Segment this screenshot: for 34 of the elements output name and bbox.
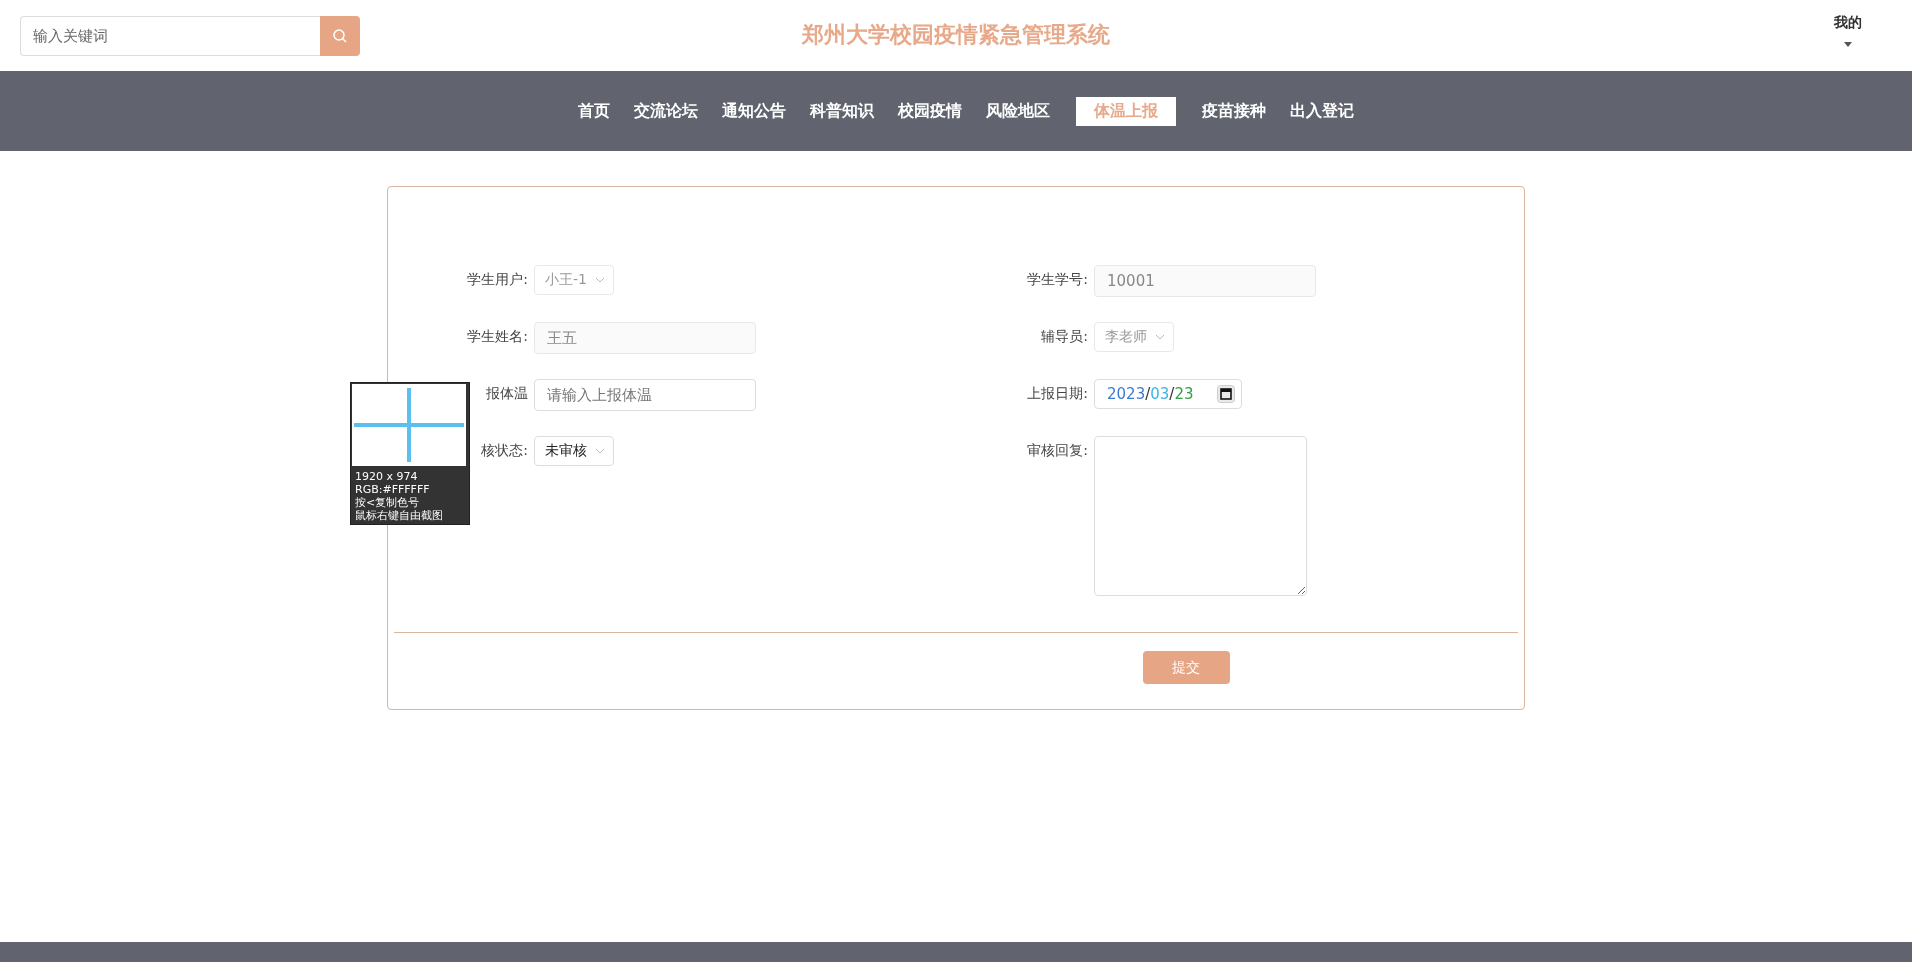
field-label: 学生姓名: — [466, 327, 528, 346]
search-button[interactable] — [320, 15, 360, 56]
field-label: 学生学号: — [1026, 270, 1088, 289]
site-title: 郑州大学校园疫情紧急管理系统 — [802, 21, 1110, 49]
chevron-icon — [595, 448, 605, 454]
picker-info-text: 按<复制色号 — [355, 496, 421, 509]
caret-icon — [1844, 42, 1852, 47]
nav-tab[interactable]: 疫苗接种 — [1192, 96, 1276, 126]
nav-tab[interactable]: 校园疫情 — [888, 96, 972, 126]
search-field[interactable]: 输入关键词 — [20, 15, 320, 56]
select-field[interactable]: 未审核 — [534, 436, 614, 466]
nav-tab[interactable]: 通知公告 — [712, 96, 796, 126]
field-label: 审核回复: — [1026, 441, 1088, 460]
nav-tab[interactable]: 出入登记 — [1280, 96, 1364, 126]
search-icon — [332, 27, 348, 44]
reply-textarea[interactable] — [1094, 436, 1307, 596]
chevron-icon — [595, 277, 605, 283]
field-label: 核状态: — [480, 441, 528, 460]
picker-info-text: RGB:#FFFFFF — [355, 483, 431, 496]
input-field[interactable]: 请输入上报体温 — [534, 379, 756, 411]
nav-tab[interactable]: 交流论坛 — [624, 96, 708, 126]
field-label: 学生用户: — [466, 270, 528, 289]
nav-tab[interactable]: 首页 — [568, 96, 620, 126]
field-label: 上报日期: — [1026, 384, 1088, 403]
date-field[interactable]: 2023/03/23 — [1094, 379, 1242, 409]
user-menu[interactable]: 我的 — [1834, 14, 1862, 47]
nav-tab[interactable]: 风险地区 — [976, 96, 1060, 126]
calendar-icon[interactable] — [1217, 385, 1235, 403]
nav-tab[interactable]: 科普知识 — [800, 96, 884, 126]
field-label: 报体温 — [485, 384, 528, 403]
picker-info-text: 1920 x 974 — [355, 470, 419, 483]
picker-info-text: 鼠标右键自由截图 — [355, 509, 444, 522]
chevron-icon — [1155, 334, 1165, 340]
field-label: 辅导员: — [1040, 327, 1088, 346]
